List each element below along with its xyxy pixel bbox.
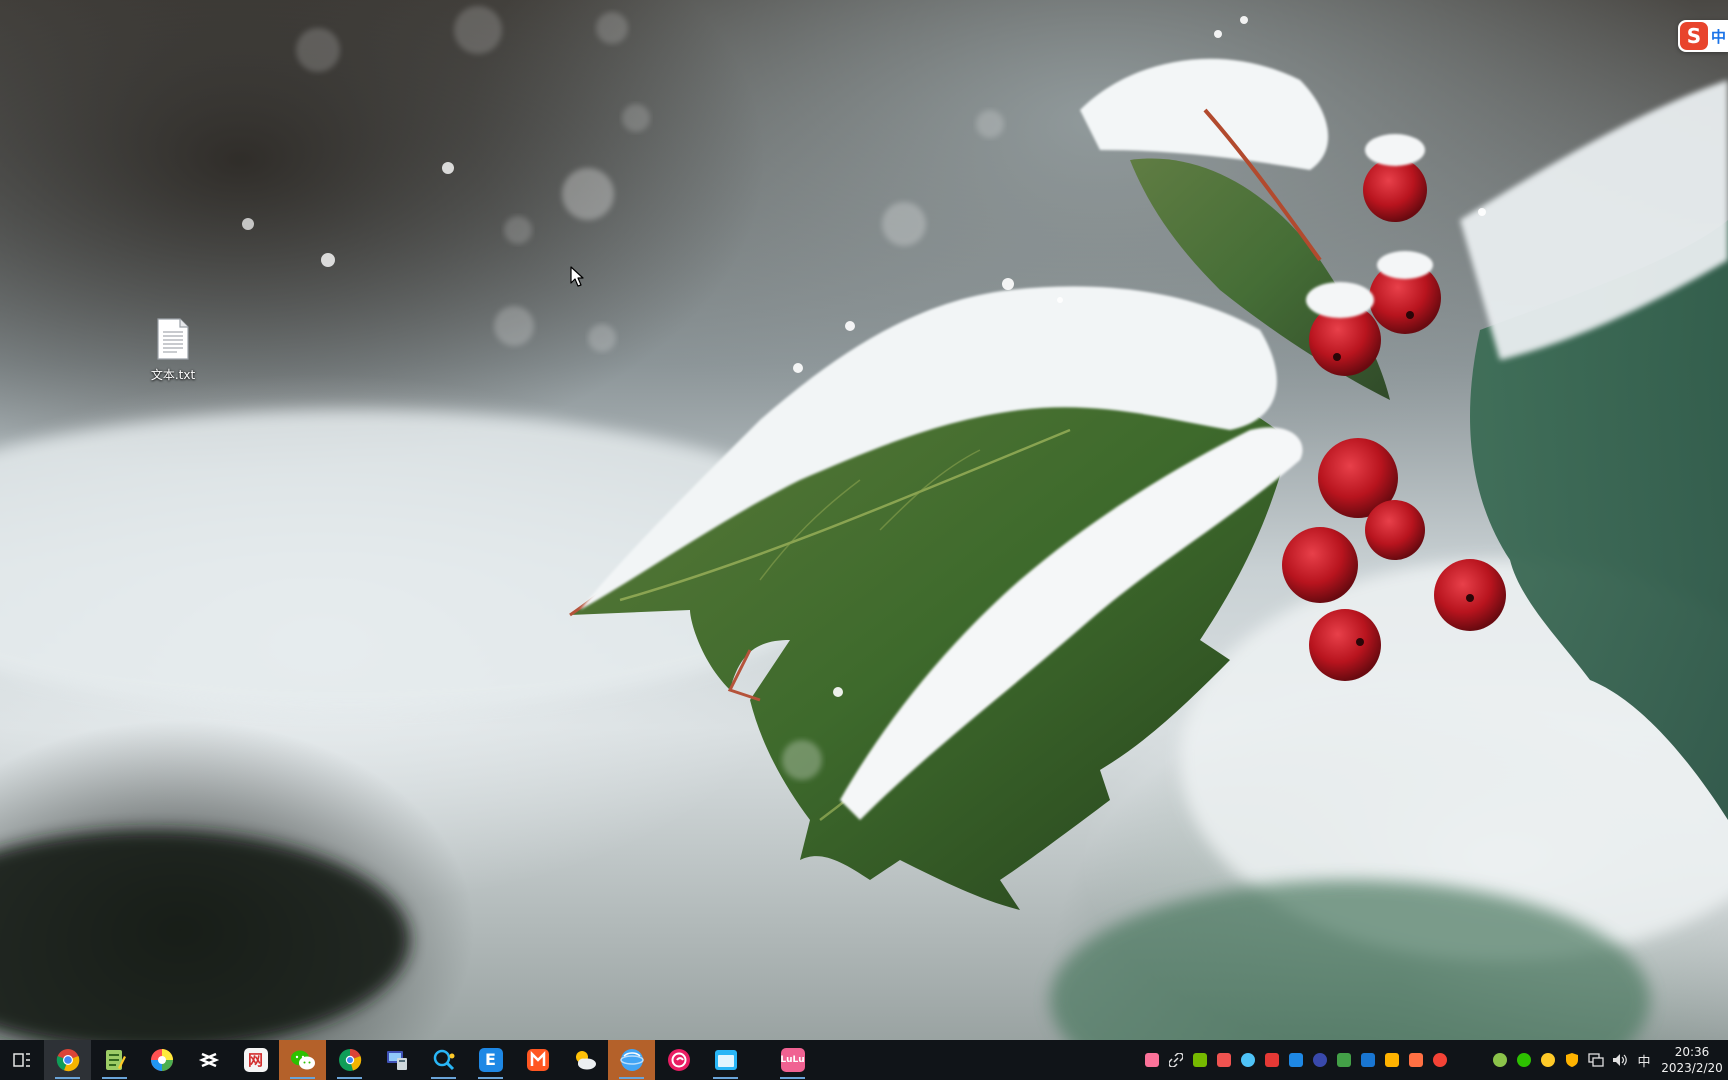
desktop-wallpaper <box>0 0 1728 1040</box>
tray-qq-icon[interactable] <box>1428 1040 1452 1080</box>
desktop-icon-text-file[interactable]: 文本.txt <box>134 318 212 383</box>
capcut-icon <box>198 1052 219 1068</box>
taskbar-app-chrome-alt[interactable] <box>326 1040 373 1080</box>
chrome-alt-icon <box>338 1048 361 1071</box>
weather-icon <box>575 1051 596 1070</box>
tray-shield-icon[interactable] <box>1560 1040 1584 1080</box>
ime-floating-toolbar[interactable]: S 中 <box>1678 20 1728 52</box>
search-tool-icon <box>433 1049 454 1071</box>
music-icon <box>667 1049 690 1071</box>
taskbar-app-notepad-plus[interactable] <box>91 1040 138 1080</box>
tray-m-app-icon[interactable] <box>1308 1040 1332 1080</box>
wechat-icon <box>290 1050 315 1070</box>
tray-network-icon[interactable] <box>1584 1040 1608 1080</box>
clock-time: 20:36 <box>1674 1045 1710 1059</box>
news-icon: 网 <box>243 1048 268 1072</box>
tray-ime-indicator[interactable]: 中 <box>1632 1051 1656 1070</box>
tray-red-app-icon[interactable] <box>1212 1040 1236 1080</box>
tray-search-icon[interactable] <box>1236 1040 1260 1080</box>
taskbar-app-browser-globe[interactable] <box>608 1040 655 1080</box>
taskbar: 网 E LuLu 中 20:36 2023/2/20 <box>0 1040 1728 1080</box>
taskbar-app-weather[interactable] <box>561 1040 608 1080</box>
tray-bilibili-icon[interactable] <box>1140 1040 1164 1080</box>
mouse-cursor-icon <box>570 266 584 288</box>
taskbar-app-bilibili[interactable]: LuLu <box>769 1040 816 1080</box>
tray-flag-icon[interactable] <box>1260 1040 1284 1080</box>
bilibili-icon: LuLu <box>780 1048 805 1072</box>
tray-pencil-icon[interactable] <box>1404 1040 1428 1080</box>
taskbar-app-window[interactable] <box>702 1040 749 1080</box>
tray-folder-icon[interactable] <box>1380 1040 1404 1080</box>
taskbar-app-color-picker[interactable] <box>138 1040 185 1080</box>
media-icon <box>526 1049 549 1071</box>
desktop-icon-label: 文本.txt <box>150 368 196 382</box>
text-file-icon <box>156 318 190 360</box>
chrome-icon <box>56 1049 79 1072</box>
holly-snow-illustration <box>0 6 1728 1040</box>
taskbar-app-media[interactable] <box>514 1040 561 1080</box>
tray-k-app-icon[interactable] <box>1284 1040 1308 1080</box>
ime-mode-indicator[interactable]: 中 <box>1711 26 1726 47</box>
tray-sync-icon[interactable] <box>1332 1040 1356 1080</box>
taskbar-app-chrome[interactable] <box>44 1040 91 1080</box>
system-tray: 中 20:36 2023/2/20 <box>1140 1040 1728 1080</box>
sogou-ime-logo-icon: S <box>1680 22 1708 50</box>
tray-green-circle-icon[interactable] <box>1488 1040 1512 1080</box>
tray-nvidia-icon[interactable] <box>1188 1040 1212 1080</box>
tray-volume-icon[interactable] <box>1608 1040 1632 1080</box>
tray-link-icon[interactable] <box>1164 1040 1188 1080</box>
taskbar-app-music[interactable] <box>655 1040 702 1080</box>
taskbar-app-capcut[interactable] <box>185 1040 232 1080</box>
notepad-icon <box>105 1050 126 1070</box>
task-view-button[interactable] <box>0 1040 44 1080</box>
tray-weather-icon[interactable] <box>1536 1040 1560 1080</box>
globe-icon <box>619 1049 644 1071</box>
taskbar-apps: 网 E LuLu <box>0 1040 816 1080</box>
clock-date: 2023/2/20 <box>1661 1061 1723 1075</box>
e-app-icon: E <box>478 1048 503 1072</box>
taskbar-app-search-tool[interactable] <box>420 1040 467 1080</box>
remote-icon <box>386 1051 407 1070</box>
taskbar-app-e-app[interactable]: E <box>467 1040 514 1080</box>
taskbar-clock[interactable]: 20:36 2023/2/20 <box>1656 1044 1728 1076</box>
taskbar-app-wechat[interactable] <box>279 1040 326 1080</box>
tray-e-app-icon[interactable] <box>1356 1040 1380 1080</box>
color-wheel-icon <box>150 1049 173 1071</box>
taskbar-app-netease-news[interactable]: 网 <box>232 1040 279 1080</box>
taskbar-app-remote-desktop[interactable] <box>373 1040 420 1080</box>
task-view-icon <box>13 1053 30 1067</box>
tray-wechat-icon[interactable] <box>1512 1040 1536 1080</box>
window-icon <box>714 1050 737 1070</box>
